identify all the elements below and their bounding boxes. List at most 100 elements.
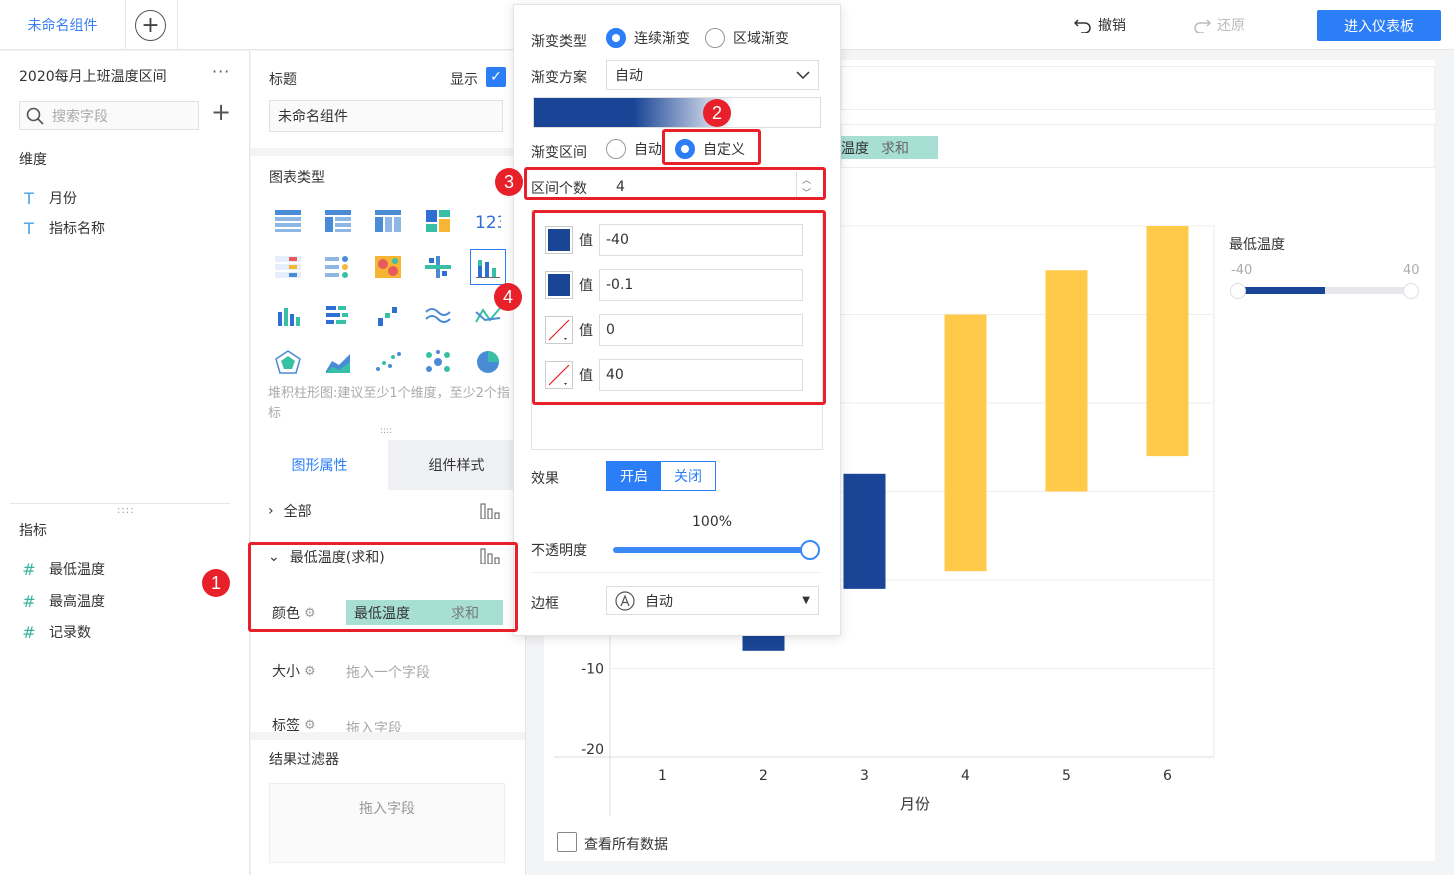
gradient-range-label: 渐变区间 (531, 145, 587, 161)
measure-item-min-temp[interactable]: # 最低温度 (21, 559, 105, 579)
cross-table-icon[interactable] (374, 207, 402, 235)
measure-item-max-temp[interactable]: # 最高温度 (21, 591, 105, 611)
measure-item-record-count[interactable]: # 记录数 (21, 622, 91, 642)
show-title-checkbox[interactable]: ✓ (486, 67, 506, 87)
radio-label: 区域渐变 (733, 31, 789, 47)
filter-drop-zone[interactable]: 拖入字段 (269, 783, 505, 863)
pie-chart-icon[interactable] (474, 348, 502, 376)
gear-icon[interactable]: ⚙ (304, 718, 316, 732)
number-field-icon: # (22, 591, 36, 611)
data-field-panel (0, 51, 250, 875)
auto-circle-icon (615, 590, 635, 611)
add-tab-button[interactable]: + (135, 10, 166, 41)
x-axis-title: 月份 (900, 795, 930, 813)
kpi-list-icon[interactable] (324, 253, 352, 281)
resize-handle-icon[interactable]: :::: (380, 426, 392, 436)
dimension-label: 指标名称 (49, 221, 105, 237)
label-property[interactable]: 标签 ⚙ (272, 718, 316, 732)
canvas-field-pill[interactable]: 温度 求和 (841, 136, 938, 159)
size-drop-zone[interactable]: 拖入一个字段 (346, 662, 430, 682)
show-title-label: 显示 (450, 72, 478, 88)
grouped-bar-icon[interactable] (324, 301, 352, 329)
annotation-badge-3: 3 (495, 168, 523, 196)
kpi-number-icon[interactable]: 123 (474, 207, 502, 235)
section-divider (251, 732, 525, 740)
stacked-bar-icon-selected[interactable] (470, 249, 506, 285)
annotation-box-4 (532, 210, 826, 405)
effect-off-button[interactable]: 关闭 (661, 462, 715, 490)
waterfall-icon[interactable] (374, 301, 402, 329)
gradient-type-region-radio[interactable]: 区域渐变 (705, 28, 789, 48)
effect-label: 效果 (531, 471, 559, 487)
opacity-slider-handle[interactable] (800, 540, 820, 560)
measure-label: 记录数 (49, 625, 91, 641)
effect-on-button[interactable]: 开启 (607, 462, 661, 490)
gradient-type-continuous-radio[interactable]: 连续渐变 (606, 28, 690, 48)
all-properties-row[interactable]: › 全部 (268, 501, 312, 521)
plus-icon: + (141, 12, 160, 38)
field-search-input[interactable]: 搜索字段 (19, 101, 199, 130)
dimension-item-indicator-name[interactable]: T 指标名称 (21, 218, 105, 238)
measure-label: 最高温度 (49, 594, 105, 610)
bar-type-icon[interactable] (480, 501, 500, 523)
gradient-type-label: 渐变类型 (531, 34, 587, 50)
more-options-icon[interactable]: ··· (212, 62, 230, 81)
radio-unchecked-icon (705, 28, 725, 48)
undo-label: 撤销 (1098, 18, 1126, 34)
annotation-box-1 (248, 542, 518, 632)
gear-icon[interactable]: ⚙ (304, 664, 316, 679)
gradient-scheme-label: 渐变方案 (531, 70, 587, 86)
chart-type-label: 图表类型 (269, 170, 325, 186)
bar-chart-icon[interactable] (274, 301, 302, 329)
legend-max-handle[interactable] (1403, 283, 1419, 299)
line-chart-icon[interactable] (424, 301, 452, 329)
heatmap-icon[interactable] (374, 253, 402, 281)
title-input[interactable]: 未命名组件 (269, 100, 503, 132)
tab-component[interactable]: 未命名组件 (0, 0, 126, 50)
scheme-value: 自动 (615, 68, 643, 84)
dimensions-title: 维度 (19, 152, 47, 168)
scatter-chart-icon[interactable] (374, 348, 402, 376)
panel-divider (10, 503, 230, 504)
gradient-range-auto-radio[interactable]: 自动 (606, 139, 662, 159)
tab-component-style[interactable]: 组件样式 (388, 440, 525, 490)
view-all-data-checkbox[interactable] (557, 832, 577, 852)
enter-dashboard-button[interactable]: 进入仪表板 (1317, 10, 1441, 41)
table-chart-icon[interactable] (274, 207, 302, 235)
redo-button[interactable]: 还原 (1193, 14, 1245, 36)
tab-graph-properties[interactable]: 图形属性 (251, 440, 388, 490)
add-field-icon[interactable]: + (211, 100, 231, 124)
opacity-slider-track[interactable] (613, 547, 809, 553)
bubble-matrix-icon[interactable] (424, 253, 452, 281)
grouped-table-icon[interactable] (324, 207, 352, 235)
radar-chart-icon[interactable] (274, 348, 302, 376)
gradient-scheme-select[interactable]: 自动 (606, 60, 819, 90)
annotation-badge-1: 1 (202, 569, 230, 597)
x-tick-label: 2 (759, 768, 768, 784)
kpi-card-icon[interactable] (274, 253, 302, 281)
legend-min-handle[interactable] (1230, 283, 1246, 299)
opacity-value: 100% (692, 514, 733, 530)
y-tick-label: -10 (581, 662, 604, 678)
redo-label: 还原 (1217, 18, 1245, 34)
legend-max-value: 40 (1403, 263, 1420, 278)
border-select[interactable]: 自动 ▼ (606, 586, 819, 615)
title-label: 标题 (269, 72, 297, 88)
treemap-icon[interactable] (424, 207, 452, 235)
size-property[interactable]: 大小 ⚙ (272, 661, 316, 681)
label-drop-zone[interactable]: 拖入字段 (346, 718, 402, 732)
area-chart-icon[interactable] (324, 348, 352, 376)
undo-button[interactable]: 撤销 (1074, 14, 1126, 36)
annotation-box-2 (662, 129, 761, 165)
number-field-icon: # (22, 622, 36, 642)
result-filter-label: 结果过滤器 (269, 752, 339, 768)
section-divider (251, 148, 525, 156)
annotation-badge-4: 4 (494, 283, 522, 311)
force-graph-icon[interactable] (424, 348, 452, 376)
radio-label: 自动 (634, 142, 662, 158)
chevron-down-icon (796, 71, 810, 80)
chart-type-hint: 堆积柱形图:建议至少1个维度，至少2个指标 (268, 386, 510, 421)
dimension-item-month[interactable]: T 月份 (21, 188, 77, 208)
border-value: 自动 (645, 593, 673, 610)
resize-handle-icon[interactable]: :::: (117, 505, 133, 516)
